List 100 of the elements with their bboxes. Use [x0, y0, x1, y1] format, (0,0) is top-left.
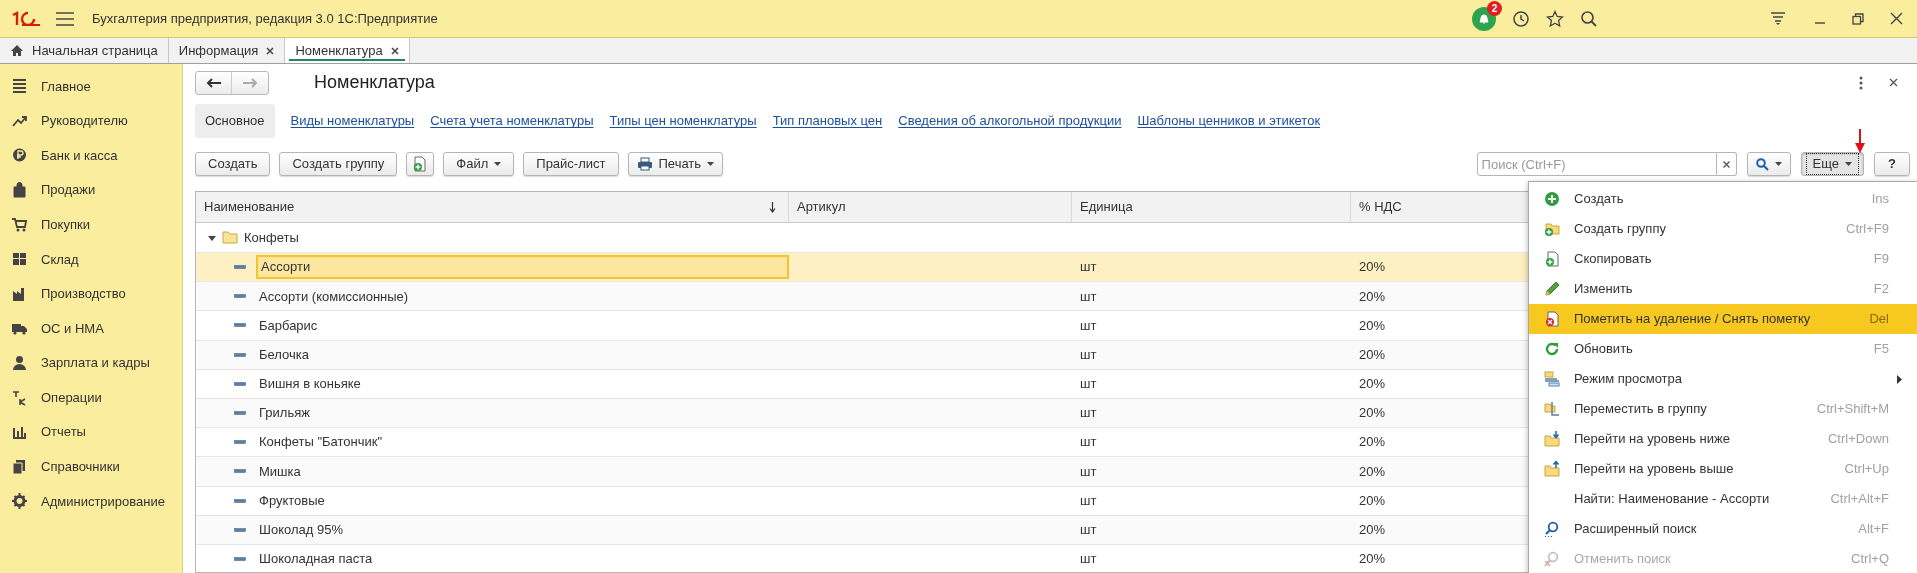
toolbar-button[interactable]: Создать	[195, 152, 271, 176]
funnel-menu-icon[interactable]	[1770, 11, 1786, 26]
help-button[interactable]: ?	[1874, 152, 1910, 176]
menu-item[interactable]: Найти: Наименование - Ассорти Ctrl+Alt+F	[1529, 484, 1917, 514]
copy-button[interactable]	[406, 152, 435, 176]
menu-item-icon	[1544, 521, 1560, 537]
shortcut-label: Alt+F	[1858, 520, 1889, 539]
column-header[interactable]: Наименование	[204, 197, 295, 217]
menu-item[interactable]: Перейти на уровень ниже Ctrl+Down	[1529, 424, 1917, 454]
menu-item-icon	[1544, 401, 1560, 417]
menu-item[interactable]: Изменить F2	[1529, 274, 1917, 304]
section-link[interactable]: Виды номенклатуры	[290, 111, 415, 131]
section-icon	[12, 424, 27, 441]
sidebar-item[interactable]: Продажи	[0, 172, 182, 208]
menu-item[interactable]: Переместить в группу Ctrl+Shift+M	[1529, 394, 1917, 424]
table-cell-text: 20%	[1359, 550, 1386, 569]
back-arrow-icon	[205, 77, 222, 88]
section-link[interactable]: Шаблоны ценников и этикеток	[1137, 111, 1321, 131]
shortcut-label: Ctrl+Down	[1827, 430, 1889, 449]
table-cell-text: шт	[1080, 491, 1097, 510]
close-icon[interactable]	[1889, 78, 1898, 87]
table-cell-text: 20%	[1359, 521, 1386, 540]
item-icon	[234, 352, 246, 357]
menu-item-icon	[1544, 431, 1560, 447]
shortcut-label: Ctrl+Q	[1851, 550, 1889, 569]
table-cell-text: Фруктовые	[258, 491, 326, 510]
section-icon	[12, 493, 27, 510]
sidebar-item[interactable]: Отчеты	[0, 414, 182, 450]
table-cell-text: шт	[1080, 375, 1097, 394]
shortcut-label: Ctrl+F9	[1846, 220, 1889, 239]
caret-icon	[707, 162, 715, 166]
close-tab-icon[interactable]	[266, 46, 275, 55]
menu-item-icon	[1544, 461, 1560, 477]
menu-item[interactable]: Обновить F5	[1529, 334, 1917, 364]
restore-icon[interactable]	[1852, 12, 1864, 25]
minimize-icon[interactable]	[1814, 20, 1826, 25]
sidebar-item[interactable]: Администрирование	[0, 484, 182, 519]
form-title: Номенклатура	[314, 71, 435, 94]
search-field[interactable]: Поиск (Ctrl+F)	[1476, 152, 1717, 176]
caret-icon	[1845, 162, 1853, 166]
table-cell-text: Барбарис	[258, 316, 319, 335]
sidebar-item[interactable]: Операции	[0, 380, 182, 415]
sidebar-item[interactable]: Справочники	[0, 449, 182, 485]
toolbar-button[interactable]: Файл	[443, 152, 515, 176]
tab[interactable]: Номенклатура	[285, 38, 410, 63]
table-cell-text: Белочка	[258, 345, 310, 364]
sidebar-item[interactable]: Зарплата и кадры	[0, 345, 182, 381]
menu-item[interactable]: Расширенный поиск Alt+F	[1529, 514, 1917, 544]
menu-item[interactable]: Перейти на уровень выше Ctrl+Up	[1529, 454, 1917, 484]
home-icon	[10, 44, 24, 57]
sidebar-item[interactable]: Склад	[0, 241, 182, 277]
sidebar-item[interactable]: Покупки	[0, 207, 182, 242]
search-button[interactable]	[1746, 152, 1791, 176]
notifications-button[interactable]	[1472, 6, 1496, 31]
column-header[interactable]: % НДС	[1359, 197, 1402, 217]
menu-item-icon	[1544, 221, 1560, 237]
section-link[interactable]: Тип плановых цен	[772, 111, 883, 131]
table-cell-text: 20%	[1359, 433, 1386, 452]
sidebar-item[interactable]: Банк и касса	[0, 138, 182, 173]
section-icon	[12, 78, 27, 95]
section-link[interactable]: Сведения об алкогольной продукции	[898, 111, 1122, 131]
column-header[interactable]: Артикул	[797, 197, 846, 217]
item-icon	[234, 411, 246, 416]
table-cell-text: 20%	[1359, 404, 1386, 423]
close-icon[interactable]	[1890, 12, 1903, 25]
item-icon	[234, 323, 246, 328]
more-button[interactable]: Еще	[1800, 152, 1865, 176]
toolbar-button[interactable]: Создать группу	[279, 152, 398, 176]
sidebar-item[interactable]: Производство	[0, 276, 182, 312]
notification-count: 2	[1487, 0, 1502, 16]
sidebar-item[interactable]: Руководителю	[0, 103, 182, 139]
menu-item[interactable]: Режим просмотра	[1529, 364, 1917, 394]
sort-arrow-icon[interactable]	[769, 201, 776, 213]
section-link[interactable]: Типы цен номенклатуры	[609, 111, 757, 131]
sidebar-item[interactable]: ОС и НМА	[0, 311, 182, 346]
column-header[interactable]: Единица	[1080, 197, 1133, 217]
menu-item[interactable]: Создать Ins	[1529, 184, 1917, 214]
section-tab[interactable]: Основное	[195, 104, 275, 138]
table-cell-text: шт	[1080, 462, 1097, 481]
clear-icon[interactable]	[1722, 160, 1730, 168]
menu-item[interactable]: Скопировать F9	[1529, 244, 1917, 274]
close-tab-icon[interactable]	[390, 46, 399, 55]
search-icon[interactable]	[1580, 9, 1598, 28]
section-link[interactable]: Счета учета номенклатуры	[430, 111, 594, 131]
print-button[interactable]: Печать	[627, 152, 724, 176]
table-cell-text: шт	[1080, 550, 1097, 569]
toolbar-button[interactable]: Прайс-лист	[523, 152, 619, 176]
menu-item[interactable]: Создать группу Ctrl+F9	[1529, 214, 1917, 244]
sidebar-item[interactable]: Главное	[0, 69, 182, 104]
table-cell-text: Шоколадная паста	[258, 550, 374, 569]
table-cell-text: 20%	[1359, 287, 1386, 306]
history-icon[interactable]	[1512, 9, 1530, 28]
table-cell-text: шт	[1080, 258, 1097, 277]
folder-icon	[222, 231, 238, 244]
shortcut-label: Ctrl+Alt+F	[1830, 490, 1889, 509]
menu-item[interactable]: Пометить на удаление / Снять пометку Del	[1529, 304, 1917, 334]
star-icon[interactable]	[1546, 9, 1564, 28]
more-actions-icon[interactable]	[1859, 75, 1863, 90]
expanded-caret-icon[interactable]	[208, 233, 216, 242]
menu-icon[interactable]	[56, 11, 74, 26]
